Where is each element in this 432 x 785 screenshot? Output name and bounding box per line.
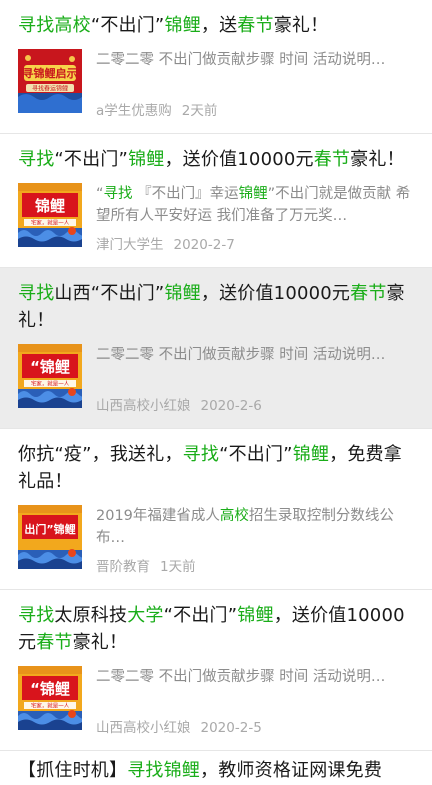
- source-name[interactable]: 晋阶教育: [96, 559, 150, 575]
- result-item[interactable]: 你抗“疫”，我送礼，寻找“不出门”锦鲤，免费拿礼品！ 出门”锦鲤 2019年福建省成…: [0, 429, 432, 590]
- text-segment: 【抓住时机】: [18, 760, 128, 781]
- highlight-text: 春节: [313, 149, 351, 170]
- result-item[interactable]: 寻找山西“不出门”锦鲤，送价值10000元春节豪礼！ “锦鲤 宅家，就是一人 二零二零…: [0, 268, 432, 429]
- result-info: 二零二零 不出门做贡献步骤 时间 活动说明… 山西高校小红娘 2020-2-6: [96, 344, 414, 414]
- text-segment: 二零二零 不出门做贡献步骤 时间 活动说明…: [96, 669, 386, 685]
- result-title[interactable]: 寻找高校“不出门”锦鲤，送春节豪礼！: [18, 12, 414, 39]
- highlight-text: 春节: [237, 15, 274, 36]
- text-segment: 你抗“疫”，我送礼，: [18, 444, 183, 465]
- text-segment: 豪礼！: [273, 15, 329, 36]
- highlight-text: 锦鲤: [128, 149, 165, 170]
- result-description: 二零二零 不出门做贡献步骤 时间 活动说明…: [96, 344, 414, 388]
- result-body: 锦鲤宅家，就是一人 “寻找 『不出门』幸运锦鲤”不出门就是做贡献 希望所有人平安好…: [18, 183, 414, 253]
- source-name[interactable]: a学生优惠购: [96, 103, 172, 119]
- highlight-text: 锦鲤: [237, 605, 274, 626]
- highlight-text: 寻找锦鲤: [127, 760, 201, 781]
- result-body: “锦鲤 宅家，就是一人 二零二零 不出门做贡献步骤 时间 活动说明… 山西高校小红娘 2…: [18, 666, 414, 736]
- result-item[interactable]: 寻找高校“不出门”锦鲤，送春节豪礼！ 寻锦鲤启示 寻找春运锦鲤 二零二零 不出门做贡献…: [0, 0, 432, 134]
- result-info: 二零二零 不出门做贡献步骤 时间 活动说明… a学生优惠购 2天前: [96, 49, 414, 119]
- result-title[interactable]: 寻找山西“不出门”锦鲤，送价值10000元春节豪礼！: [18, 280, 414, 334]
- publish-date: 2020-2-5: [200, 720, 262, 736]
- text-segment: 太原科技: [54, 605, 128, 626]
- highlight-text: 春节: [350, 283, 387, 304]
- result-title[interactable]: 【抓住时机】寻找锦鲤，教师资格证网课免费: [18, 757, 414, 784]
- result-title[interactable]: 你抗“疫”，我送礼，寻找“不出门”锦鲤，免费拿礼品！: [18, 441, 414, 495]
- result-meta: 山西高校小红娘 2020-2-5: [96, 716, 414, 736]
- publish-date: 2天前: [181, 103, 218, 119]
- text-segment: “不出门”: [219, 444, 293, 465]
- thumb-subtitle-text: 宅家，就是一人: [31, 380, 70, 388]
- text-segment: ，送价值10000元: [164, 149, 314, 170]
- result-meta: a学生优惠购 2天前: [96, 99, 414, 119]
- thumb-subtitle-text: 寻找春运锦鲤: [32, 85, 68, 93]
- thumb-title-text: 寻锦鲤启示: [23, 66, 78, 80]
- source-name[interactable]: 山西高校小红娘: [96, 720, 191, 736]
- result-body: “锦鲤 宅家，就是一人 二零二零 不出门做贡献步骤 时间 活动说明… 山西高校小红娘 2…: [18, 344, 414, 414]
- highlight-text: 寻找: [182, 444, 220, 465]
- thumb-subtitle-text: 宅家，就是一人: [31, 702, 70, 710]
- text-segment: ，送: [200, 15, 238, 36]
- result-description: 二零二零 不出门做贡献步骤 时间 活动说明…: [96, 49, 414, 93]
- text-segment: “: [96, 186, 104, 202]
- highlight-text: 锦鲤: [238, 186, 268, 202]
- highlight-text: 寻找高校: [18, 15, 91, 36]
- source-name[interactable]: 山西高校小红娘: [96, 398, 191, 414]
- highlight-text: 寻找: [18, 149, 55, 170]
- highlight-text: 大学: [127, 605, 164, 626]
- highlight-text: 寻找: [18, 283, 55, 304]
- result-title[interactable]: 寻找“不出门”锦鲤，送价值10000元春节豪礼！: [18, 146, 414, 173]
- text-segment: 2019年福建省成人: [96, 508, 220, 524]
- result-item-partial[interactable]: 【抓住时机】寻找锦鲤，教师资格证网课免费: [0, 751, 432, 785]
- result-description: 2019年福建省成人高校招生录取控制分数线公布…: [96, 505, 414, 549]
- result-thumbnail[interactable]: 锦鲤宅家，就是一人: [18, 183, 82, 247]
- result-item[interactable]: 寻找太原科技大学“不出门”锦鲤，送价值10000元春节豪礼！ “锦鲤宅家，就是一人…: [0, 590, 432, 751]
- result-thumbnail[interactable]: 出门”锦鲤: [18, 505, 82, 569]
- search-results-list: 寻找高校“不出门”锦鲤，送春节豪礼！ 寻锦鲤启示 寻找春运锦鲤 二零二零 不出门做贡献…: [0, 0, 432, 785]
- text-segment: 二零二零 不出门做贡献步骤 时间 活动说明…: [96, 347, 386, 363]
- text-segment: ，教师资格证网课免费: [200, 760, 383, 781]
- thumb-subtitle-text: 宅家，就是一人: [31, 219, 70, 227]
- highlight-text: 锦鲤: [164, 283, 201, 304]
- text-segment: 『不出门』幸运: [132, 186, 239, 202]
- result-thumbnail[interactable]: “锦鲤宅家，就是一人: [18, 666, 82, 730]
- text-segment: 豪礼！: [72, 632, 128, 653]
- result-thumbnail[interactable]: “锦鲤宅家，就是一人: [18, 344, 82, 408]
- highlight-text: 寻找: [103, 186, 133, 202]
- highlight-text: 高校: [219, 508, 249, 524]
- result-item[interactable]: 寻找“不出门”锦鲤，送价值10000元春节豪礼！ 锦鲤 宅家，就是一人 “寻找 『不出…: [0, 134, 432, 268]
- highlight-text: 锦鲤: [292, 444, 330, 465]
- highlight-text: 锦鲤: [164, 15, 201, 36]
- result-title[interactable]: 寻找太原科技大学“不出门”锦鲤，送价值10000元春节豪礼！: [18, 602, 414, 656]
- result-thumbnail[interactable]: 寻锦鲤启示寻找春运锦鲤: [18, 49, 82, 113]
- text-segment: ，送价值10000元: [200, 283, 351, 304]
- text-segment: “不出门”: [54, 149, 129, 170]
- text-segment: 豪礼！: [350, 149, 405, 170]
- result-description: “寻找 『不出门』幸运锦鲤”不出门就是做贡献 希望所有人平安好运 我们准备了万元…: [96, 183, 414, 227]
- publish-date: 2020-2-6: [200, 398, 262, 414]
- result-body: 寻锦鲤启示 寻找春运锦鲤 二零二零 不出门做贡献步骤 时间 活动说明… a学生优惠购 2…: [18, 49, 414, 119]
- result-info: 二零二零 不出门做贡献步骤 时间 活动说明… 山西高校小红娘 2020-2-5: [96, 666, 414, 736]
- thumb-title-text: “锦鲤: [30, 680, 70, 698]
- result-meta: 晋阶教育 1天前: [96, 555, 414, 575]
- result-info: 2019年福建省成人高校招生录取控制分数线公布… 晋阶教育 1天前: [96, 505, 414, 575]
- result-description: 二零二零 不出门做贡献步骤 时间 活动说明…: [96, 666, 414, 710]
- source-name[interactable]: 津门大学生: [96, 237, 164, 253]
- highlight-text: 春节: [36, 632, 73, 653]
- text-segment: 二零二零 不出门做贡献步骤 时间 活动说明…: [96, 52, 386, 68]
- text-segment: “不出门”: [163, 605, 238, 626]
- result-body: 出门”锦鲤 2019年福建省成人高校招生录取控制分数线公布… 晋阶教育 1天前: [18, 505, 414, 575]
- thumb-title-text: 锦鲤: [35, 197, 65, 215]
- text-segment: “不出门”: [90, 15, 165, 36]
- result-info: “寻找 『不出门』幸运锦鲤”不出门就是做贡献 希望所有人平安好运 我们准备了万元…: [96, 183, 414, 253]
- text-segment: 山西“不出门”: [54, 283, 165, 304]
- thumb-title-text: 出门”锦鲤: [24, 522, 75, 536]
- thumb-title-text: “锦鲤: [30, 358, 70, 376]
- publish-date: 2020-2-7: [173, 237, 235, 253]
- result-meta: 津门大学生 2020-2-7: [96, 233, 414, 253]
- result-meta: 山西高校小红娘 2020-2-6: [96, 394, 414, 414]
- publish-date: 1天前: [160, 559, 196, 575]
- highlight-text: 寻找: [18, 605, 55, 626]
